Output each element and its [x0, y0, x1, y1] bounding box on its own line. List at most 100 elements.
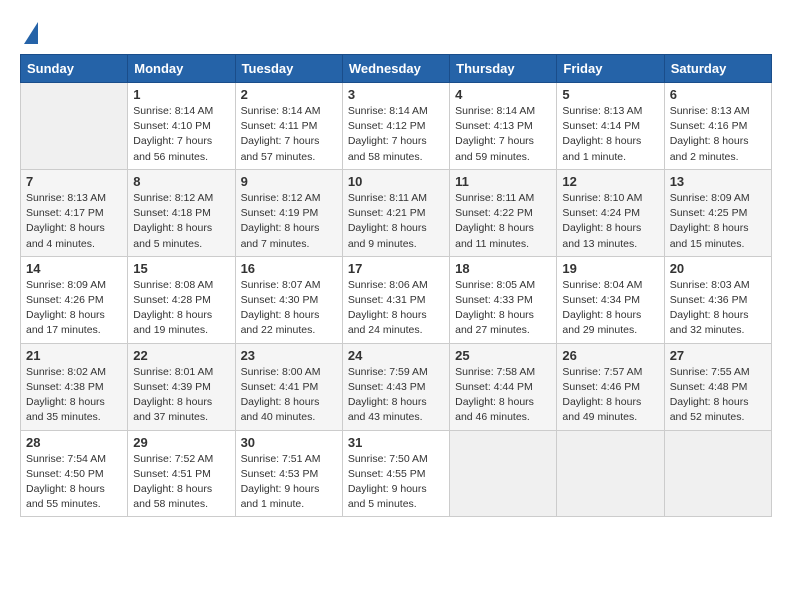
- calendar-cell: 23 Sunrise: 8:00 AM Sunset: 4:41 PM Dayli…: [235, 343, 342, 430]
- day-number: 3: [348, 87, 444, 102]
- calendar-cell: 5 Sunrise: 8:13 AM Sunset: 4:14 PM Daylig…: [557, 83, 664, 170]
- day-detail: Sunrise: 8:00 AM Sunset: 4:41 PM Dayligh…: [241, 365, 337, 426]
- header: [20, 20, 772, 44]
- calendar-week-row: 28 Sunrise: 7:54 AM Sunset: 4:50 PM Dayli…: [21, 430, 772, 517]
- day-detail: Sunrise: 7:57 AM Sunset: 4:46 PM Dayligh…: [562, 365, 658, 426]
- day-detail: Sunrise: 8:11 AM Sunset: 4:22 PM Dayligh…: [455, 191, 551, 252]
- calendar-cell: 7 Sunrise: 8:13 AM Sunset: 4:17 PM Daylig…: [21, 169, 128, 256]
- day-number: 22: [133, 348, 229, 363]
- calendar-cell: 12Sunrise: 8:10 AM Sunset: 4:24 PM Dayli…: [557, 169, 664, 256]
- day-number: 29: [133, 435, 229, 450]
- day-detail: Sunrise: 8:14 AM Sunset: 4:13 PM Dayligh…: [455, 104, 551, 165]
- day-number: 28: [26, 435, 122, 450]
- day-detail: Sunrise: 8:09 AM Sunset: 4:25 PM Dayligh…: [670, 191, 766, 252]
- weekday-header-friday: Friday: [557, 55, 664, 83]
- day-number: 8: [133, 174, 229, 189]
- day-detail: Sunrise: 8:02 AM Sunset: 4:38 PM Dayligh…: [26, 365, 122, 426]
- day-number: 20: [670, 261, 766, 276]
- calendar-cell: 31 Sunrise: 7:50 AM Sunset: 4:55 PM Dayli…: [342, 430, 449, 517]
- calendar-cell: 1 Sunrise: 8:14 AM Sunset: 4:10 PM Daylig…: [128, 83, 235, 170]
- calendar-cell: 21Sunrise: 8:02 AM Sunset: 4:38 PM Dayli…: [21, 343, 128, 430]
- day-number: 25: [455, 348, 551, 363]
- day-number: 12: [562, 174, 658, 189]
- calendar-cell: 14 Sunrise: 8:09 AM Sunset: 4:26 PM Dayli…: [21, 256, 128, 343]
- day-detail: Sunrise: 8:09 AM Sunset: 4:26 PM Dayligh…: [26, 278, 122, 339]
- calendar-cell: 6Sunrise: 8:13 AM Sunset: 4:16 PM Daylig…: [664, 83, 771, 170]
- calendar-week-row: 7 Sunrise: 8:13 AM Sunset: 4:17 PM Daylig…: [21, 169, 772, 256]
- day-detail: Sunrise: 8:08 AM Sunset: 4:28 PM Dayligh…: [133, 278, 229, 339]
- day-detail: Sunrise: 7:58 AM Sunset: 4:44 PM Dayligh…: [455, 365, 551, 426]
- day-detail: Sunrise: 8:13 AM Sunset: 4:17 PM Dayligh…: [26, 191, 122, 252]
- calendar-cell: 28 Sunrise: 7:54 AM Sunset: 4:50 PM Dayli…: [21, 430, 128, 517]
- calendar-cell: 22Sunrise: 8:01 AM Sunset: 4:39 PM Dayli…: [128, 343, 235, 430]
- day-detail: Sunrise: 8:12 AM Sunset: 4:18 PM Dayligh…: [133, 191, 229, 252]
- calendar-cell: 4Sunrise: 8:14 AM Sunset: 4:13 PM Daylig…: [450, 83, 557, 170]
- calendar-cell: 15 Sunrise: 8:08 AM Sunset: 4:28 PM Dayli…: [128, 256, 235, 343]
- calendar-cell: 18 Sunrise: 8:05 AM Sunset: 4:33 PM Dayli…: [450, 256, 557, 343]
- calendar-cell: [664, 430, 771, 517]
- day-number: 23: [241, 348, 337, 363]
- day-detail: Sunrise: 8:04 AM Sunset: 4:34 PM Dayligh…: [562, 278, 658, 339]
- day-detail: Sunrise: 8:03 AM Sunset: 4:36 PM Dayligh…: [670, 278, 766, 339]
- day-number: 10: [348, 174, 444, 189]
- weekday-header-thursday: Thursday: [450, 55, 557, 83]
- calendar-cell: 2 Sunrise: 8:14 AM Sunset: 4:11 PM Daylig…: [235, 83, 342, 170]
- day-detail: Sunrise: 8:13 AM Sunset: 4:14 PM Dayligh…: [562, 104, 658, 165]
- calendar-week-row: 14 Sunrise: 8:09 AM Sunset: 4:26 PM Dayli…: [21, 256, 772, 343]
- day-number: 30: [241, 435, 337, 450]
- day-detail: Sunrise: 8:07 AM Sunset: 4:30 PM Dayligh…: [241, 278, 337, 339]
- calendar-week-row: 1 Sunrise: 8:14 AM Sunset: 4:10 PM Daylig…: [21, 83, 772, 170]
- calendar-cell: [450, 430, 557, 517]
- calendar-cell: 19 Sunrise: 8:04 AM Sunset: 4:34 PM Dayli…: [557, 256, 664, 343]
- calendar-cell: 20 Sunrise: 8:03 AM Sunset: 4:36 PM Dayli…: [664, 256, 771, 343]
- calendar-cell: 30Sunrise: 7:51 AM Sunset: 4:53 PM Dayli…: [235, 430, 342, 517]
- calendar-cell: 26 Sunrise: 7:57 AM Sunset: 4:46 PM Dayli…: [557, 343, 664, 430]
- calendar-cell: [557, 430, 664, 517]
- calendar-cell: 29 Sunrise: 7:52 AM Sunset: 4:51 PM Dayli…: [128, 430, 235, 517]
- day-number: 27: [670, 348, 766, 363]
- calendar-cell: [21, 83, 128, 170]
- logo-triangle-icon: [24, 22, 38, 44]
- day-number: 16: [241, 261, 337, 276]
- calendar-cell: 27 Sunrise: 7:55 AM Sunset: 4:48 PM Dayli…: [664, 343, 771, 430]
- weekday-header-wednesday: Wednesday: [342, 55, 449, 83]
- day-detail: Sunrise: 8:12 AM Sunset: 4:19 PM Dayligh…: [241, 191, 337, 252]
- day-number: 14: [26, 261, 122, 276]
- day-detail: Sunrise: 7:50 AM Sunset: 4:55 PM Dayligh…: [348, 452, 444, 513]
- day-detail: Sunrise: 8:14 AM Sunset: 4:10 PM Dayligh…: [133, 104, 229, 165]
- weekday-header-sunday: Sunday: [21, 55, 128, 83]
- day-number: 9: [241, 174, 337, 189]
- calendar-cell: 8 Sunrise: 8:12 AM Sunset: 4:18 PM Daylig…: [128, 169, 235, 256]
- calendar-cell: 10 Sunrise: 8:11 AM Sunset: 4:21 PM Dayli…: [342, 169, 449, 256]
- day-number: 1: [133, 87, 229, 102]
- calendar-cell: 13Sunrise: 8:09 AM Sunset: 4:25 PM Dayli…: [664, 169, 771, 256]
- day-detail: Sunrise: 8:13 AM Sunset: 4:16 PM Dayligh…: [670, 104, 766, 165]
- day-number: 26: [562, 348, 658, 363]
- day-detail: Sunrise: 8:11 AM Sunset: 4:21 PM Dayligh…: [348, 191, 444, 252]
- day-detail: Sunrise: 8:14 AM Sunset: 4:11 PM Dayligh…: [241, 104, 337, 165]
- day-detail: Sunrise: 8:06 AM Sunset: 4:31 PM Dayligh…: [348, 278, 444, 339]
- day-detail: Sunrise: 7:59 AM Sunset: 4:43 PM Dayligh…: [348, 365, 444, 426]
- day-number: 2: [241, 87, 337, 102]
- logo: [20, 20, 38, 44]
- calendar-week-row: 21Sunrise: 8:02 AM Sunset: 4:38 PM Dayli…: [21, 343, 772, 430]
- day-detail: Sunrise: 7:54 AM Sunset: 4:50 PM Dayligh…: [26, 452, 122, 513]
- calendar-cell: 16 Sunrise: 8:07 AM Sunset: 4:30 PM Dayli…: [235, 256, 342, 343]
- day-number: 19: [562, 261, 658, 276]
- day-detail: Sunrise: 8:05 AM Sunset: 4:33 PM Dayligh…: [455, 278, 551, 339]
- day-number: 18: [455, 261, 551, 276]
- day-detail: Sunrise: 7:52 AM Sunset: 4:51 PM Dayligh…: [133, 452, 229, 513]
- calendar-table: SundayMondayTuesdayWednesdayThursdayFrid…: [20, 54, 772, 517]
- calendar-cell: 17Sunrise: 8:06 AM Sunset: 4:31 PM Dayli…: [342, 256, 449, 343]
- calendar-cell: 3 Sunrise: 8:14 AM Sunset: 4:12 PM Daylig…: [342, 83, 449, 170]
- day-number: 11: [455, 174, 551, 189]
- day-number: 31: [348, 435, 444, 450]
- calendar-cell: 11 Sunrise: 8:11 AM Sunset: 4:22 PM Dayli…: [450, 169, 557, 256]
- calendar-cell: 24Sunrise: 7:59 AM Sunset: 4:43 PM Dayli…: [342, 343, 449, 430]
- calendar-cell: 25 Sunrise: 7:58 AM Sunset: 4:44 PM Dayli…: [450, 343, 557, 430]
- day-number: 5: [562, 87, 658, 102]
- day-detail: Sunrise: 7:55 AM Sunset: 4:48 PM Dayligh…: [670, 365, 766, 426]
- day-number: 7: [26, 174, 122, 189]
- day-detail: Sunrise: 8:14 AM Sunset: 4:12 PM Dayligh…: [348, 104, 444, 165]
- day-number: 15: [133, 261, 229, 276]
